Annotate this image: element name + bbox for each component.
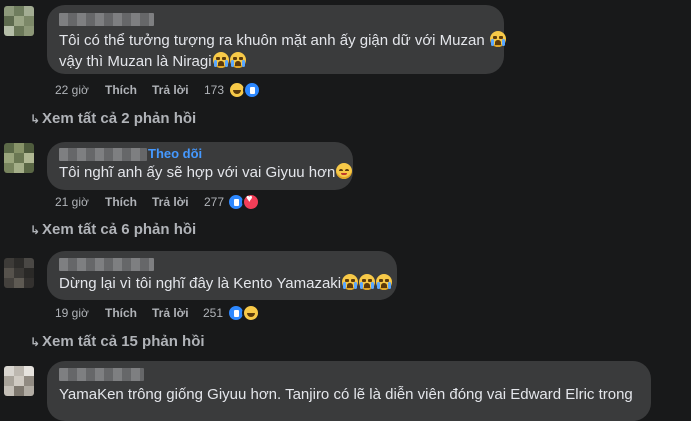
reaction-count[interactable]: 173 — [204, 83, 224, 97]
avatar[interactable] — [4, 143, 34, 173]
author-name[interactable] — [59, 148, 147, 161]
reply-arrow-icon: ↳ — [30, 223, 41, 237]
comment-text-line: Dừng lại vì tôi nghĩ đây là Kento Yamaza… — [59, 273, 393, 294]
comment-text-line: vậy thì Muzan là Niragi — [59, 51, 246, 72]
view-replies-link[interactable]: ↳ Xem tất cả 15 phản hồi — [30, 333, 205, 350]
reaction-count[interactable]: 277 — [204, 195, 224, 209]
like-button[interactable]: Thích — [105, 195, 137, 209]
follow-button[interactable]: Theo dõi — [148, 146, 202, 161]
comment-text-line: YamaKen trông giống Giyuu hơn. Tanjiro c… — [59, 386, 633, 403]
author-name[interactable] — [59, 13, 154, 26]
reply-button[interactable]: Trả lời — [152, 306, 189, 320]
avatar[interactable] — [4, 366, 34, 396]
haha-reaction-icon — [242, 304, 260, 322]
reply-arrow-icon: ↳ — [30, 112, 41, 126]
like-button[interactable]: Thích — [105, 306, 137, 320]
crying-face-icon — [229, 52, 246, 68]
reply-button[interactable]: Trả lời — [152, 195, 189, 209]
reply-button[interactable]: Trả lời — [152, 83, 189, 97]
comment-text-line: Tôi có thể tưởng tượng ra khuôn mặt anh … — [59, 30, 506, 51]
crying-face-icon — [212, 52, 229, 68]
timestamp[interactable]: 21 giờ — [55, 195, 89, 209]
avatar[interactable] — [4, 6, 34, 36]
comment-text-line: Tôi nghĩ anh ấy sẽ hợp với vai Giyuu hơn — [59, 162, 353, 183]
comment-bubble: YamaKen trông giống Giyuu hơn. Tanjiro c… — [47, 361, 651, 421]
like-reaction-icon — [243, 81, 261, 99]
reaction-count[interactable]: 251 — [203, 306, 223, 320]
love-reaction-icon — [242, 193, 260, 211]
avatar[interactable] — [4, 258, 34, 288]
timestamp[interactable]: 19 giờ — [55, 306, 89, 320]
crying-face-icon — [359, 274, 376, 290]
comment-bubble: Tôi có thể tưởng tượng ra khuôn mặt anh … — [47, 5, 506, 74]
author-name[interactable] — [59, 258, 154, 271]
reply-arrow-icon: ↳ — [30, 335, 41, 349]
like-button[interactable]: Thích — [105, 83, 137, 97]
crying-face-icon — [376, 274, 393, 290]
comment-bubble: Dừng lại vì tôi nghĩ đây là Kento Yamaza… — [47, 251, 397, 300]
crying-face-icon — [342, 274, 359, 290]
crying-face-icon — [489, 31, 506, 47]
view-replies-link[interactable]: ↳ Xem tất cả 2 phản hồi — [30, 110, 196, 127]
view-replies-link[interactable]: ↳ Xem tất cả 6 phản hồi — [30, 221, 196, 238]
timestamp[interactable]: 22 giờ — [55, 83, 89, 97]
comment-bubble: Theo dõi Tôi nghĩ anh ấy sẽ hợp với vai … — [47, 142, 353, 190]
author-name[interactable] — [59, 368, 144, 381]
smiling-face-icon — [336, 163, 353, 179]
